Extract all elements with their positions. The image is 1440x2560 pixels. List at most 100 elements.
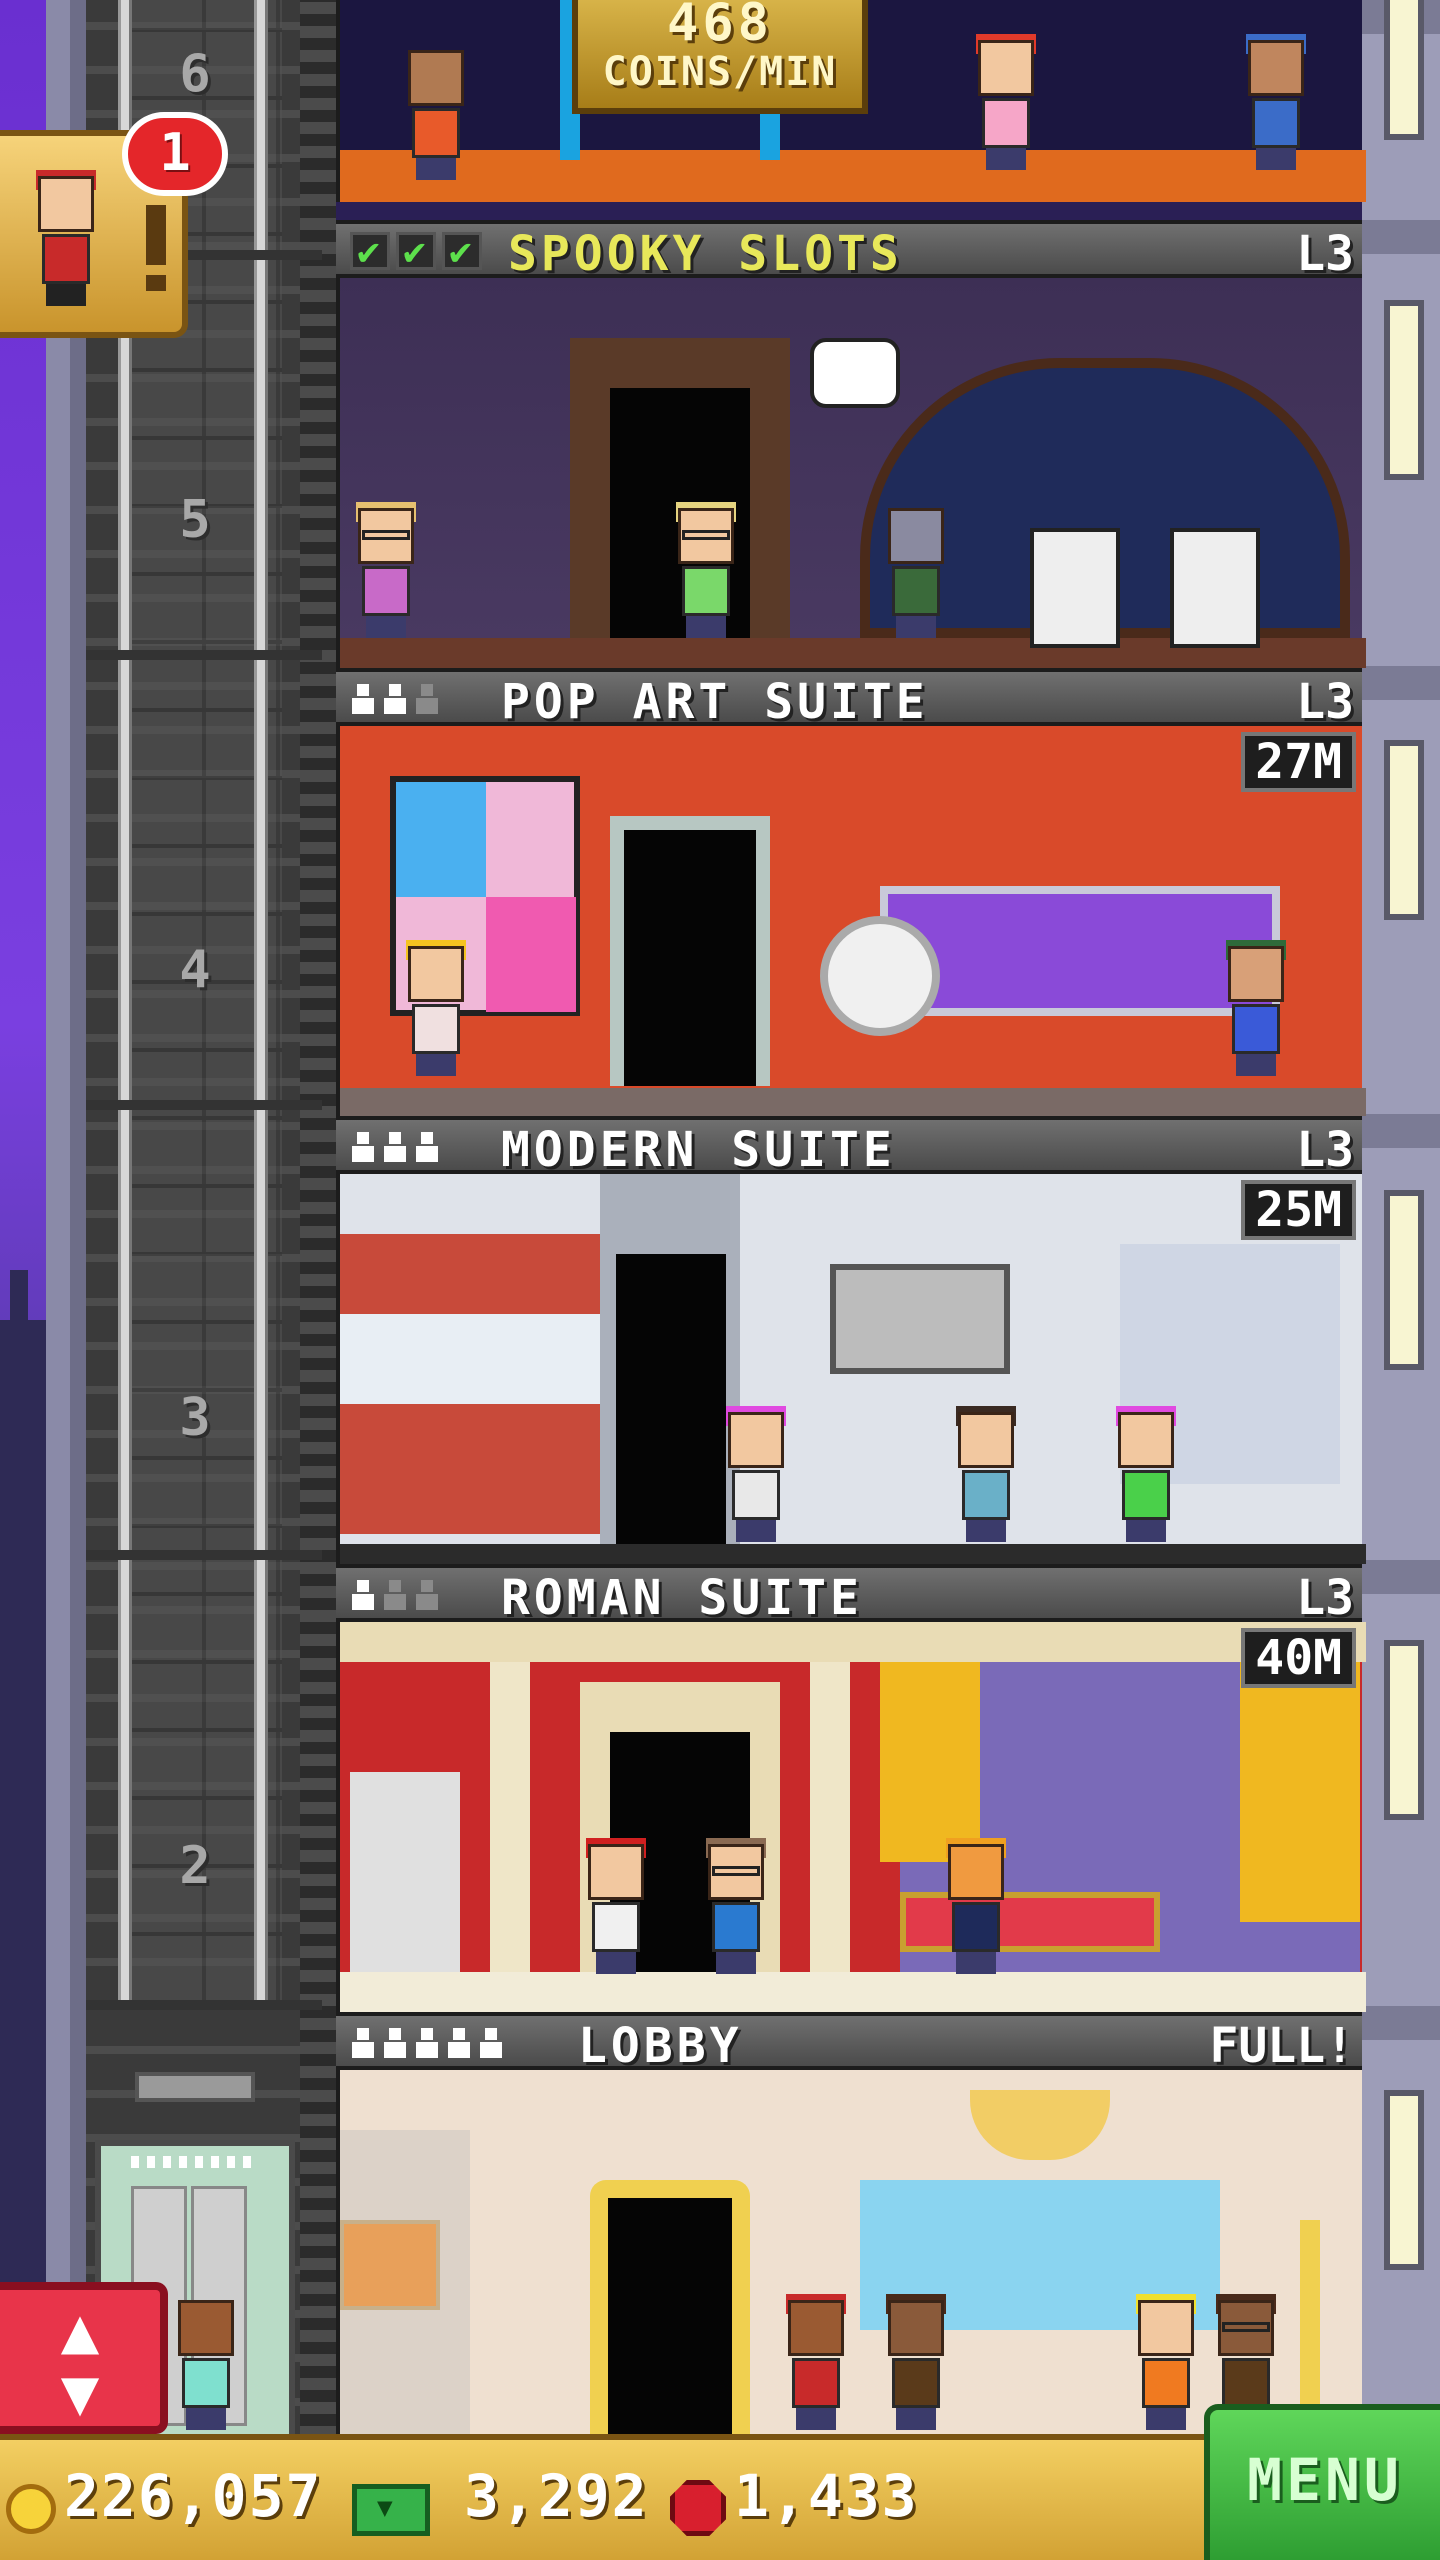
floor-label-bar[interactable]: MODERN SUITE L3 xyxy=(336,1116,1362,1178)
guest xyxy=(400,50,470,180)
shaft-edge xyxy=(300,0,336,2450)
coins-count: 226,057 xyxy=(64,2462,323,2530)
person-icon xyxy=(414,2028,440,2060)
shaft-floor-number: 3 xyxy=(179,1388,211,1448)
gold-curtain xyxy=(880,1662,980,1862)
zombie-guest xyxy=(880,508,950,638)
menu-button[interactable]: MENU xyxy=(1204,2404,1440,2560)
bellhop xyxy=(780,2294,850,2430)
sunset-painting xyxy=(340,2220,440,2310)
guest xyxy=(1110,1406,1180,1542)
floor-modern-suite[interactable]: MODERN SUITE L3 25M xyxy=(336,1116,1366,1564)
person-icon xyxy=(382,1580,408,1612)
floor-cost: 25M xyxy=(1241,1180,1356,1240)
building-right-wall xyxy=(1362,0,1440,2450)
chandelier xyxy=(970,2090,1110,2160)
bellhop-icon xyxy=(30,170,100,306)
floor-room[interactable] xyxy=(336,278,1366,668)
elevator-car-top xyxy=(135,2072,255,2102)
coin-icon xyxy=(6,2484,56,2534)
column xyxy=(490,1662,530,1972)
floor-cost: 27M xyxy=(1241,732,1356,792)
shaft-floor-number: 4 xyxy=(179,940,211,1000)
guest xyxy=(1220,940,1290,1076)
bux-count: 3,292 xyxy=(464,2462,649,2530)
floor-level: L3 xyxy=(1296,1122,1354,1178)
person-icon xyxy=(446,2028,472,2060)
exclamation-icon xyxy=(146,205,166,291)
elevator-rail-right xyxy=(254,0,268,2000)
occupancy-pips xyxy=(350,684,440,716)
floor-lobby[interactable]: LOBBY FULL! xyxy=(336,2012,1362,2450)
floor-name: SPOOKY SLOTS xyxy=(508,226,903,282)
floor-level: L3 xyxy=(1296,226,1354,282)
person-icon xyxy=(382,1132,408,1164)
statue xyxy=(350,1772,460,1972)
guest xyxy=(940,1838,1010,1974)
coins-per-minute-banner: 468 COINS/MIN xyxy=(572,0,868,114)
floor-room[interactable]: 27M xyxy=(336,726,1366,1116)
room-doorway xyxy=(608,2198,732,2450)
floor-name: ROMAN SUITE xyxy=(501,1570,863,1626)
shaft-floor-number: 2 xyxy=(179,1836,211,1896)
person-icon xyxy=(414,684,440,716)
floor-name: LOBBY xyxy=(578,2018,743,2074)
floor-label-bar[interactable]: LOBBY FULL! xyxy=(336,2012,1362,2074)
guest-king xyxy=(400,940,470,1076)
floor-spooky-slots[interactable]: SPOOKY SLOTS L3 xyxy=(336,220,1366,668)
shaft-floor-number: 6 xyxy=(179,44,211,104)
person-icon xyxy=(350,1132,376,1164)
doorman xyxy=(880,2294,950,2430)
room-doorway xyxy=(616,1254,726,1544)
speech-bubble xyxy=(810,338,900,408)
floor-level: L3 xyxy=(1296,1570,1354,1626)
column xyxy=(810,1662,850,1972)
egg-chair xyxy=(820,916,940,1036)
tower-bux-icon xyxy=(352,2484,430,2536)
gem-icon xyxy=(670,2480,726,2536)
guest xyxy=(580,1838,650,1974)
floor-roman-suite[interactable]: ROMAN SUITE L3 40M xyxy=(336,1564,1366,2012)
floor-level: FULL! xyxy=(1209,2018,1355,2074)
check-icon xyxy=(396,229,436,273)
person-icon xyxy=(414,1580,440,1612)
gold-curtain xyxy=(1240,1662,1360,1922)
floor-name: MODERN SUITE xyxy=(501,1122,896,1178)
person-icon xyxy=(382,2028,408,2060)
floor-room[interactable] xyxy=(336,2070,1362,2450)
person-icon xyxy=(382,684,408,716)
floor-label-bar[interactable]: POP ART SUITE L3 xyxy=(336,668,1362,730)
down-arrow-icon: ▼ xyxy=(60,2356,100,2430)
elevator-passenger xyxy=(170,2300,240,2430)
floor-label-bar[interactable]: SPOOKY SLOTS L3 xyxy=(336,220,1362,282)
guest xyxy=(670,502,740,638)
notification-badge: 1 xyxy=(122,112,228,196)
guest-wizard xyxy=(1240,34,1310,170)
person-icon xyxy=(350,2028,376,2060)
gems-count: 1,433 xyxy=(734,2462,919,2530)
occupancy-pips xyxy=(350,1580,440,1612)
elevator-control-button[interactable]: ▲ ▼ xyxy=(0,2282,168,2434)
floor-label-bar[interactable]: ROMAN SUITE L3 xyxy=(336,1564,1362,1626)
occupancy-pips xyxy=(350,1132,440,1164)
floor-cost: 40M xyxy=(1241,1628,1356,1688)
shaft-floor-number: 5 xyxy=(179,490,211,550)
coins-per-minute-unit: COINS/MIN xyxy=(602,49,838,95)
room-doorway xyxy=(624,830,756,1086)
up-arrow-icon: ▲ xyxy=(60,2294,100,2368)
floor-pop-art-suite[interactable]: POP ART SUITE L3 27M xyxy=(336,668,1366,1116)
completion-checks xyxy=(350,229,482,273)
person-icon xyxy=(350,1580,376,1612)
check-icon xyxy=(350,229,390,273)
person-icon xyxy=(414,1132,440,1164)
guest xyxy=(700,1838,770,1974)
guest xyxy=(970,34,1040,170)
floor-room[interactable]: 25M xyxy=(336,1174,1366,1564)
floor-room[interactable]: 40M xyxy=(336,1622,1366,2012)
guest xyxy=(720,1406,790,1542)
occupancy-pips xyxy=(350,2028,504,2060)
slot-machine xyxy=(1170,528,1260,648)
person-icon xyxy=(478,2028,504,2060)
check-icon xyxy=(442,229,482,273)
slot-machine xyxy=(1030,528,1120,648)
